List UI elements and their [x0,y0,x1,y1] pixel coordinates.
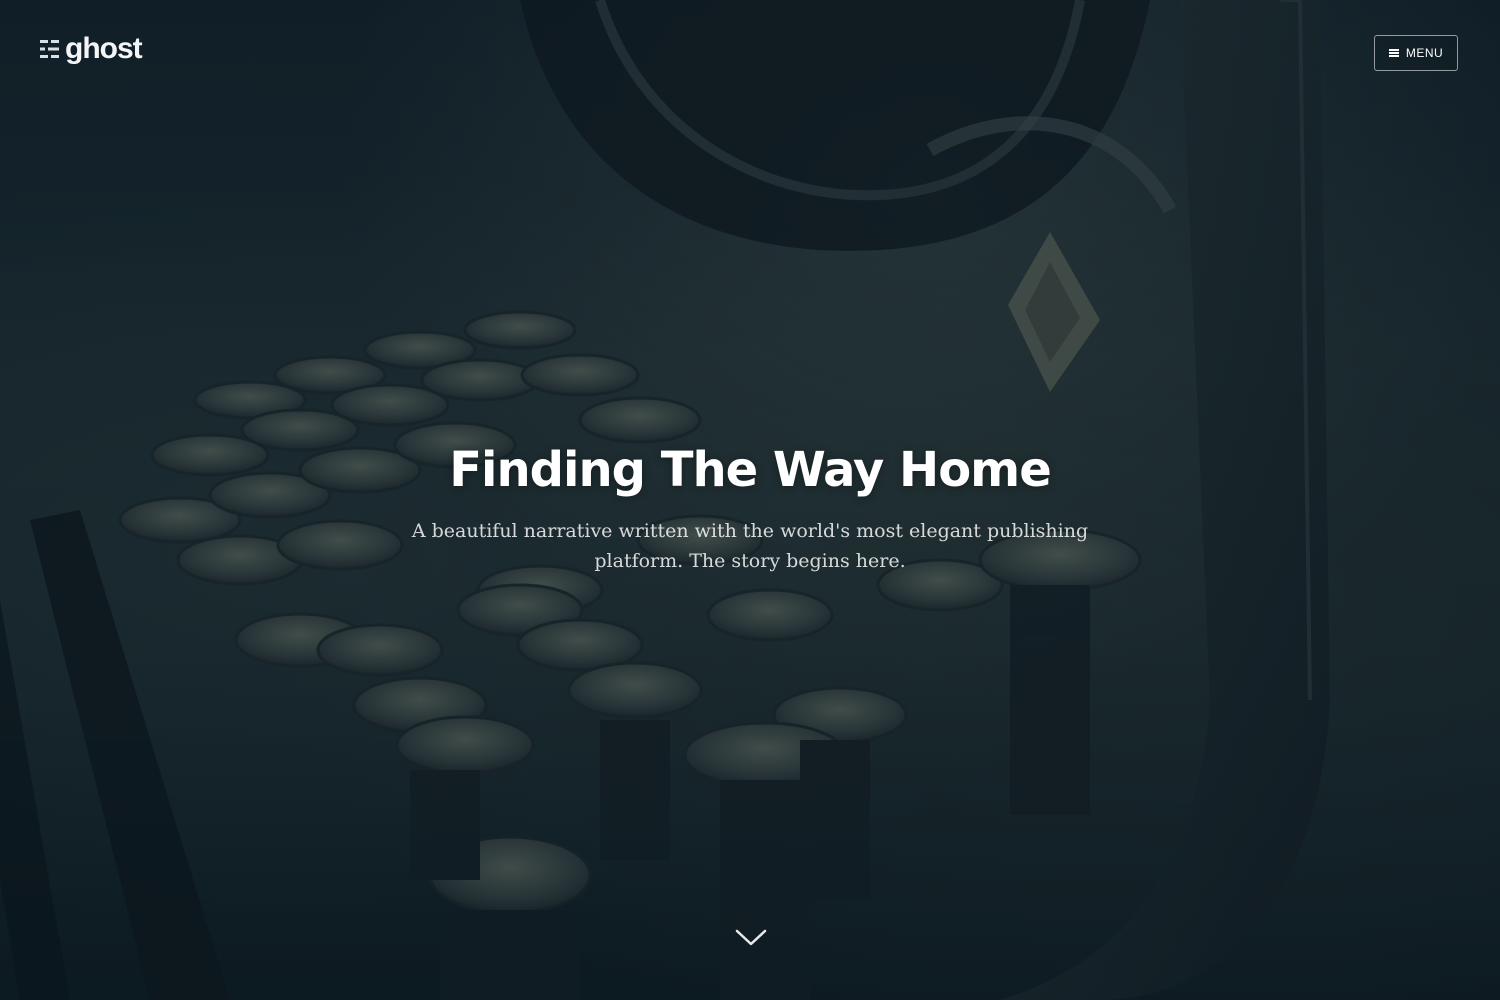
menu-button[interactable]: MENU [1374,35,1458,71]
hero-section: ghost MENU Finding The Way Home A beauti… [0,0,1500,1000]
menu-label: MENU [1405,46,1444,60]
hero-subtitle: A beautiful narrative written with the w… [411,520,1089,572]
hero-content: Finding The Way Home A beautiful narrati… [0,438,1500,576]
chevron-down-icon[interactable] [735,928,767,948]
site-logo[interactable]: ghost [40,32,143,66]
hero-title: Finding The Way Home [449,442,1052,498]
ghost-logo-icon [40,40,59,58]
logo-text: ghost [65,32,143,65]
hamburger-icon [1388,49,1399,57]
